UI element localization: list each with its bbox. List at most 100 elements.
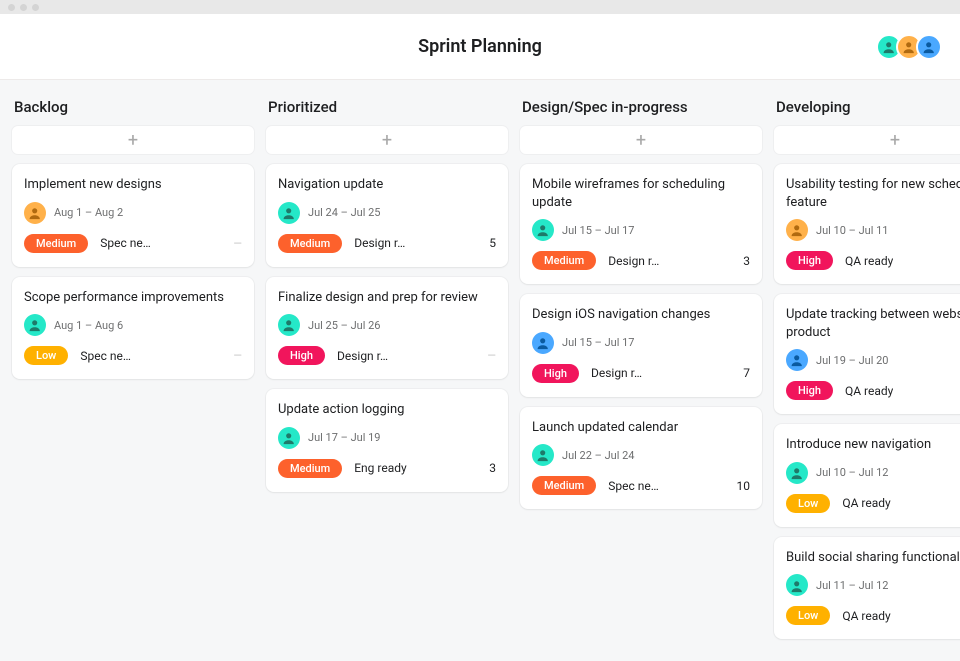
column-title: Backlog bbox=[12, 98, 254, 116]
card[interactable]: Introduce new navigation Jul 10 – Jul 12… bbox=[774, 424, 960, 527]
card-title: Design iOS navigation changes bbox=[532, 306, 750, 324]
assignee-avatar[interactable] bbox=[786, 349, 808, 371]
plus-icon: + bbox=[636, 130, 646, 151]
assignee-avatar[interactable] bbox=[278, 202, 300, 224]
date-range: Jul 22 – Jul 24 bbox=[562, 449, 634, 462]
header: Sprint Planning bbox=[0, 14, 960, 80]
priority-pill: Medium bbox=[532, 251, 596, 270]
priority-pill: High bbox=[278, 346, 325, 365]
status-label: Design r… bbox=[354, 236, 405, 250]
date-range: Jul 10 – Jul 12 bbox=[816, 466, 888, 479]
assignee-avatar[interactable] bbox=[786, 462, 808, 484]
priority-pill: Low bbox=[786, 606, 830, 625]
status-label: Eng ready bbox=[354, 461, 406, 475]
subtask-count: 3 bbox=[743, 254, 750, 268]
card-title: Scope performance improvements bbox=[24, 289, 242, 307]
priority-pill: Medium bbox=[24, 234, 88, 253]
card[interactable]: Build social sharing functionality Jul 1… bbox=[774, 537, 960, 640]
priority-pill: High bbox=[532, 364, 579, 383]
status-label: Spec ne… bbox=[608, 479, 659, 493]
subtask-count: 10 bbox=[737, 479, 751, 493]
card-title: Usability testing for new scheduling fea… bbox=[786, 176, 960, 211]
card[interactable]: Update tracking between website and prod… bbox=[774, 294, 960, 414]
subtask-count: 7 bbox=[743, 366, 750, 380]
card[interactable]: Navigation update Jul 24 – Jul 25 Medium… bbox=[266, 164, 508, 267]
column-title: Developing bbox=[774, 98, 960, 116]
collaborators[interactable] bbox=[882, 34, 942, 60]
card-title: Introduce new navigation bbox=[786, 436, 960, 454]
assignee-avatar[interactable] bbox=[786, 219, 808, 241]
priority-pill: Low bbox=[786, 494, 830, 513]
card-title: Update action logging bbox=[278, 401, 496, 419]
priority-pill: High bbox=[786, 251, 833, 270]
status-label: QA ready bbox=[842, 609, 890, 623]
card[interactable]: Mobile wireframes for scheduling update … bbox=[520, 164, 762, 284]
date-range: Jul 24 – Jul 25 bbox=[308, 206, 380, 219]
subtask-count: — bbox=[233, 237, 242, 250]
subtask-count: 5 bbox=[489, 236, 496, 250]
status-label: Design r… bbox=[591, 366, 642, 380]
status-label: Spec ne… bbox=[100, 236, 151, 250]
kanban-board: Backlog + Implement new designs Aug 1 – … bbox=[0, 80, 960, 661]
assignee-avatar[interactable] bbox=[532, 444, 554, 466]
add-card-button[interactable]: + bbox=[774, 126, 960, 154]
assignee-avatar[interactable] bbox=[24, 314, 46, 336]
assignee-avatar[interactable] bbox=[532, 219, 554, 241]
subtask-count: 3 bbox=[489, 461, 496, 475]
date-range: Jul 25 – Jul 26 bbox=[308, 319, 380, 332]
assignee-avatar[interactable] bbox=[24, 202, 46, 224]
card[interactable]: Update action logging Jul 17 – Jul 19 Me… bbox=[266, 389, 508, 492]
priority-pill: Medium bbox=[278, 459, 342, 478]
card-title: Finalize design and prep for review bbox=[278, 289, 496, 307]
date-range: Jul 10 – Jul 11 bbox=[816, 224, 888, 237]
date-range: Aug 1 – Aug 2 bbox=[54, 206, 123, 219]
add-card-button[interactable]: + bbox=[266, 126, 508, 154]
priority-pill: Medium bbox=[278, 234, 342, 253]
status-label: Spec ne… bbox=[80, 349, 131, 363]
column-title: Design/Spec in-progress bbox=[520, 98, 762, 116]
date-range: Jul 17 – Jul 19 bbox=[308, 431, 380, 444]
priority-pill: Medium bbox=[532, 476, 596, 495]
priority-pill: Low bbox=[24, 346, 68, 365]
subtask-count: — bbox=[487, 349, 496, 362]
column-backlog: Backlog + Implement new designs Aug 1 – … bbox=[12, 98, 254, 649]
plus-icon: + bbox=[382, 130, 392, 151]
card-title: Launch updated calendar bbox=[532, 419, 750, 437]
card[interactable]: Design iOS navigation changes Jul 15 – J… bbox=[520, 294, 762, 397]
assignee-avatar[interactable] bbox=[278, 427, 300, 449]
card[interactable]: Usability testing for new scheduling fea… bbox=[774, 164, 960, 284]
plus-icon: + bbox=[128, 130, 138, 151]
card-title: Build social sharing functionality bbox=[786, 549, 960, 567]
card-title: Update tracking between website and prod… bbox=[786, 306, 960, 341]
window-strip bbox=[0, 0, 960, 14]
status-label: QA ready bbox=[842, 496, 890, 510]
card[interactable]: Finalize design and prep for review Jul … bbox=[266, 277, 508, 380]
column-prioritized: Prioritized + Navigation update Jul 24 –… bbox=[266, 98, 508, 649]
column-developing: Developing + Usability testing for new s… bbox=[774, 98, 960, 649]
plus-icon: + bbox=[890, 130, 900, 151]
add-card-button[interactable]: + bbox=[12, 126, 254, 154]
card-title: Implement new designs bbox=[24, 176, 242, 194]
column-title: Prioritized bbox=[266, 98, 508, 116]
date-range: Jul 11 – Jul 12 bbox=[816, 579, 888, 592]
assignee-avatar[interactable] bbox=[532, 332, 554, 354]
subtask-count: — bbox=[233, 349, 242, 362]
card[interactable]: Implement new designs Aug 1 – Aug 2 Medi… bbox=[12, 164, 254, 267]
card[interactable]: Launch updated calendar Jul 22 – Jul 24 … bbox=[520, 407, 762, 510]
column-design-spec: Design/Spec in-progress + Mobile wirefra… bbox=[520, 98, 762, 649]
assignee-avatar[interactable] bbox=[278, 314, 300, 336]
assignee-avatar[interactable] bbox=[786, 574, 808, 596]
card-title: Mobile wireframes for scheduling update bbox=[532, 176, 750, 211]
page-title: Sprint Planning bbox=[418, 36, 542, 57]
priority-pill: High bbox=[786, 381, 833, 400]
date-range: Aug 1 – Aug 6 bbox=[54, 319, 123, 332]
status-label: QA ready bbox=[845, 384, 893, 398]
card-title: Navigation update bbox=[278, 176, 496, 194]
date-range: Jul 19 – Jul 20 bbox=[816, 354, 888, 367]
status-label: Design r… bbox=[337, 349, 388, 363]
date-range: Jul 15 – Jul 17 bbox=[562, 224, 634, 237]
add-card-button[interactable]: + bbox=[520, 126, 762, 154]
avatar[interactable] bbox=[916, 34, 942, 60]
status-label: Design r… bbox=[608, 254, 659, 268]
card[interactable]: Scope performance improvements Aug 1 – A… bbox=[12, 277, 254, 380]
